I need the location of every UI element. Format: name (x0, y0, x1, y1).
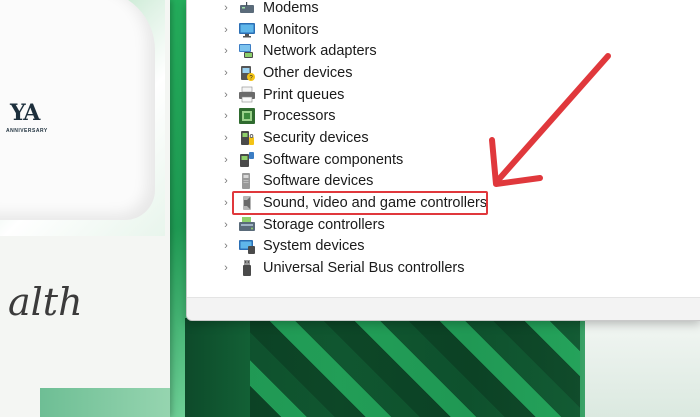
tree-item-software-devices[interactable]: › Software devices (187, 171, 700, 193)
tree-item-label: Network adapters (263, 43, 377, 60)
tree-item-processors[interactable]: › Processors (187, 105, 700, 127)
tree-item-label: Modems (263, 0, 319, 16)
chevron-right-icon[interactable]: › (221, 241, 231, 252)
tree-item-storage-controllers[interactable]: › Storage controllers (187, 214, 700, 236)
chevron-right-icon[interactable]: › (221, 154, 231, 165)
chevron-right-icon[interactable]: › (221, 111, 231, 122)
tree-item-label: Print queues (263, 86, 345, 103)
software-component-icon (240, 151, 254, 167)
chevron-right-icon[interactable]: › (221, 263, 231, 274)
storage-controller-icon (239, 216, 255, 231)
tree-item-security-devices[interactable]: › Security devices (187, 127, 700, 149)
chevron-right-icon[interactable]: › (221, 132, 231, 143)
modem-icon (240, 1, 254, 13)
tree-item-other-devices[interactable]: › ? Other devices (187, 62, 700, 84)
chevron-right-icon[interactable]: › (221, 89, 231, 100)
tshirt-logo: YA ANNIVERSARY (6, 100, 48, 134)
tree-item-label: Monitors (263, 21, 319, 38)
tree-item-usb-controllers[interactable]: › Universal Serial Bus controllers (187, 257, 700, 279)
chevron-right-icon[interactable]: › (221, 2, 231, 13)
tree-item-modems[interactable]: › Modems (187, 0, 700, 19)
monitor-icon (239, 22, 255, 38)
software-device-icon (242, 173, 250, 190)
chevron-right-icon[interactable]: › (221, 176, 231, 187)
chevron-right-icon[interactable]: › (221, 24, 231, 35)
handwritten-text: alth (8, 280, 83, 324)
chevron-right-icon[interactable]: › (221, 198, 231, 209)
arrow-pointer-icon (489, 53, 611, 187)
tree-item-monitors[interactable]: › Monitors (187, 19, 700, 41)
device-manager-window: › Modems › Monitors › Network adapters ›… (186, 0, 700, 321)
system-device-icon (239, 240, 255, 255)
security-device-icon (241, 130, 254, 145)
tree-item-software-components[interactable]: › Software components (187, 149, 700, 171)
polaroid-photo-card: YA ANNIVERSARY alth (0, 0, 170, 417)
tree-item-label: Processors (263, 108, 336, 125)
tree-item-label: Software components (263, 151, 404, 168)
tree-item-label: System devices (263, 238, 365, 255)
processor-icon (239, 108, 255, 125)
tree-item-system-devices[interactable]: › System devices (187, 236, 700, 258)
background-graphic (250, 318, 580, 417)
unknown-device-icon: ? (241, 65, 255, 81)
device-tree: › Modems › Monitors › Network adapters ›… (187, 0, 700, 279)
tree-item-label: Universal Serial Bus controllers (263, 260, 465, 277)
usb-icon (243, 260, 251, 277)
washi-tape (40, 388, 170, 417)
highlight-box (232, 191, 488, 215)
window-footer (187, 297, 700, 320)
chevron-right-icon[interactable]: › (221, 67, 231, 78)
chevron-right-icon[interactable]: › (221, 46, 231, 57)
tree-item-label: Other devices (263, 64, 353, 81)
network-adapter-icon (239, 44, 253, 59)
tree-item-label: Storage controllers (263, 216, 385, 233)
tree-item-network-adapters[interactable]: › Network adapters (187, 40, 700, 62)
chevron-right-icon[interactable]: › (221, 219, 231, 230)
printer-icon (239, 86, 255, 102)
tshirt-logo-subtext: ANNIVERSARY (6, 128, 48, 134)
polaroid-photo: YA ANNIVERSARY (0, 0, 165, 236)
tree-item-label: Security devices (263, 129, 369, 146)
tree-item-print-queues[interactable]: › Print queues (187, 84, 700, 106)
background-photo-corner (585, 318, 700, 417)
tree-item-label: Software devices (263, 173, 374, 190)
